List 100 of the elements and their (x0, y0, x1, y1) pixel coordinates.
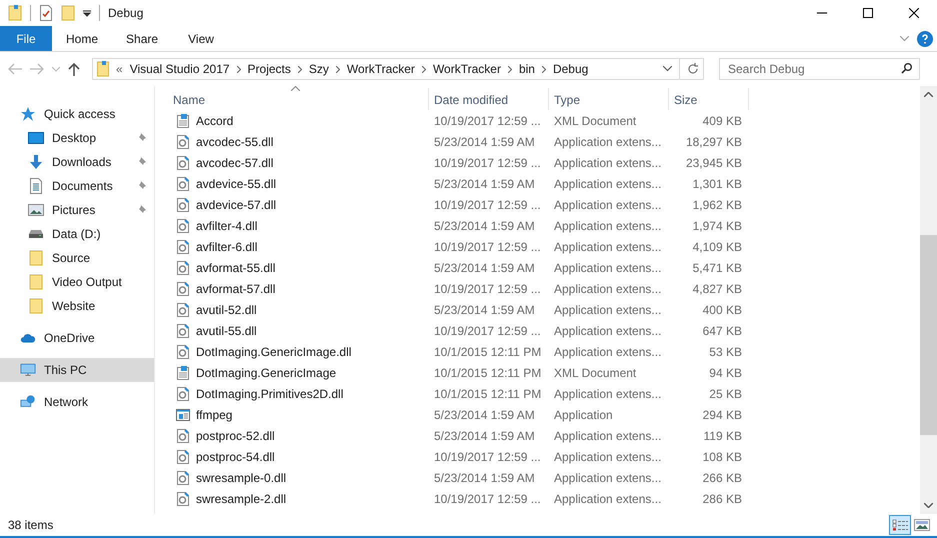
sidebar-item[interactable]: Source (0, 246, 154, 270)
chevron-down-icon[interactable] (663, 66, 672, 72)
file-row[interactable]: avutil-55.dll 10/19/2017 12:59 ... Application extens... 647 KB (155, 320, 920, 341)
file-row[interactable]: avdevice-55.dll 5/23/2014 1:59 AM Application extens... 1,301 KB (155, 173, 920, 194)
file-row[interactable]: swresample-0.dll 5/23/2014 1:59 AM Application extens... 266 KB (155, 467, 920, 488)
gear-file-icon (175, 470, 191, 486)
type-cell-text: Application extens... (553, 134, 662, 150)
sidebar-item[interactable]: This PC (0, 358, 154, 382)
file-name: avcodec-57.dll (196, 154, 274, 172)
star-icon (20, 106, 36, 122)
chevron-down-icon[interactable] (924, 503, 933, 508)
size-cell-text: 294 KB (702, 406, 743, 424)
up-arrow-icon[interactable] (68, 62, 80, 76)
file-row[interactable]: DotImaging.GenericImage.dll 10/1/2015 12:11 PM Application extens... 53 KB (155, 341, 920, 362)
breadcrumb[interactable]: WorkTracker (432, 60, 501, 78)
gear-file-icon (175, 134, 191, 150)
sidebar-item[interactable]: Quick access (0, 102, 154, 126)
breadcrumb[interactable]: Szy (308, 60, 329, 78)
sidebar-item[interactable]: Downloads (0, 150, 154, 174)
properties-icon[interactable] (39, 5, 53, 21)
ribbon-tab[interactable]: File (0, 26, 52, 51)
column-header[interactable]: Date modified (429, 88, 549, 110)
size-cell-text: 409 KB (702, 112, 743, 130)
folder-icon[interactable] (8, 5, 22, 21)
date-cell-text: 5/23/2014 1:59 AM (433, 428, 536, 444)
sidebar-item[interactable]: Data (D:) (0, 222, 154, 246)
breadcrumb[interactable]: bin (518, 60, 535, 78)
type-cell-text: Application extens... (553, 386, 662, 402)
type-cell-text: Application extens... (553, 218, 662, 234)
help-icon[interactable] (917, 30, 933, 46)
date-cell-text: 10/1/2015 12:11 PM (433, 364, 542, 382)
file-row[interactable]: DotImaging.Primitives2D.dll 10/1/2015 12:11 PM Application extens... 25 KB (155, 383, 920, 404)
chevron-right-icon[interactable] (236, 66, 241, 72)
maximize-icon (863, 8, 873, 18)
file-row[interactable]: ffmpeg 5/23/2014 1:59 AM Application 294 KB (155, 404, 920, 425)
file-name: avformat-55.dll (196, 260, 276, 276)
overflow-button[interactable]: « (116, 60, 123, 78)
column-header[interactable]: Size (669, 88, 749, 110)
breadcrumb[interactable]: Projects (248, 60, 291, 78)
sidebar-item[interactable]: Video Output (0, 270, 154, 294)
breadcrumb[interactable]: WorkTracker (346, 60, 415, 78)
file-row[interactable]: DotImaging.GenericImage 10/1/2015 12:11 PM XML Document 94 KB (155, 362, 920, 383)
type-cell-text: Application extens... (553, 470, 662, 486)
date-cell-text: 5/23/2014 1:59 AM (433, 218, 536, 234)
sidebar-item[interactable]: Desktop (0, 126, 154, 150)
chevron-right-icon[interactable] (298, 66, 302, 72)
file-row[interactable]: avcodec-57.dll 10/19/2017 12:59 ... Application extens... 23,945 KB (155, 152, 920, 173)
type-cell-text: Application extens... (553, 490, 662, 508)
type-cell-text: Application extens... (553, 448, 662, 466)
gear-file-icon (175, 154, 191, 170)
file-row[interactable]: avfilter-4.dll 5/23/2014 1:59 AM Application extens... 1,974 KB (155, 215, 920, 236)
details-view-button[interactable] (889, 515, 911, 535)
desktop-icon (28, 131, 44, 145)
size-cell-text: 5,471 KB (692, 260, 743, 276)
sidebar-item[interactable]: Network (0, 390, 154, 414)
scrollbar[interactable] (920, 86, 937, 514)
sidebar-item[interactable]: Documents (0, 174, 154, 198)
file-row[interactable]: postproc-52.dll 5/23/2014 1:59 AM Application extens... 119 KB (155, 425, 920, 446)
sidebar-item[interactable]: Website (0, 294, 154, 318)
breadcrumb[interactable]: Visual Studio 2017 (130, 60, 230, 78)
size-cell-text: 94 KB (708, 364, 743, 382)
chevron-right-icon[interactable] (508, 66, 512, 72)
sort-up-icon[interactable] (291, 86, 300, 91)
type-cell-text: Application extens... (553, 428, 662, 444)
refresh-icon[interactable] (687, 63, 699, 75)
file-name: avutil-55.dll (196, 322, 257, 340)
scrollbar-thumb[interactable] (920, 235, 937, 435)
ribbon-tab[interactable]: Share (112, 26, 172, 51)
file-row[interactable]: avformat-57.dll 10/19/2017 12:59 ... Application extens... 4,827 KB (155, 278, 920, 299)
file-row[interactable]: Accord 10/19/2017 12:59 ... XML Document 409 KB (155, 110, 920, 131)
search-icon (901, 63, 912, 74)
column-header[interactable]: Type (549, 88, 669, 110)
gear-file-icon (175, 196, 191, 212)
search-field[interactable]: Search Debug (719, 58, 920, 80)
file-name: ffmpeg (196, 406, 232, 424)
dropdown-icon[interactable] (83, 9, 91, 17)
file-row[interactable]: postproc-54.dll 10/19/2017 12:59 ... Application extens... 108 KB (155, 446, 920, 467)
breadcrumb[interactable]: Debug (552, 60, 588, 78)
ribbon-tab[interactable]: View (172, 26, 230, 51)
ribbon-tab[interactable]: Home (52, 26, 112, 51)
file-row[interactable]: avdevice-57.dll 10/19/2017 12:59 ... Application extens... 1,962 KB (155, 194, 920, 215)
pictures-icon (28, 203, 44, 217)
file-row[interactable]: swresample-2.dll 10/19/2017 12:59 ... Application extens... 286 KB (155, 488, 920, 509)
file-row[interactable]: avformat-55.dll 5/23/2014 1:59 AM Application extens... 5,471 KB (155, 257, 920, 278)
address-bar[interactable]: « Visual Studio 2017 Projects Szy WorkTracker WorkTracker bin Debug (92, 58, 704, 80)
file-row[interactable]: avutil-52.dll 5/23/2014 1:59 AM Application extens... 400 KB (155, 299, 920, 320)
gear-file-icon (175, 302, 191, 318)
chevron-right-icon[interactable] (422, 66, 426, 72)
sidebar-item[interactable]: Pictures (0, 198, 154, 222)
chevron-right-icon[interactable] (542, 66, 546, 72)
file-row[interactable]: avfilter-6.dll 10/19/2017 12:59 ... Application extens... 4,109 KB (155, 236, 920, 257)
chevron-up-icon[interactable] (924, 92, 933, 97)
chevron-right-icon[interactable] (336, 66, 340, 72)
file-name: avfilter-4.dll (196, 218, 258, 234)
size-cell-text: 4,827 KB (692, 280, 743, 298)
file-row[interactable]: avcodec-55.dll 5/23/2014 1:59 AM Application extens... 18,297 KB (155, 131, 920, 152)
file-name: postproc-54.dll (196, 448, 275, 466)
column-header[interactable]: Name (155, 88, 429, 110)
item-count: 38 items (8, 517, 54, 534)
sidebar-item[interactable]: OneDrive (0, 326, 154, 350)
